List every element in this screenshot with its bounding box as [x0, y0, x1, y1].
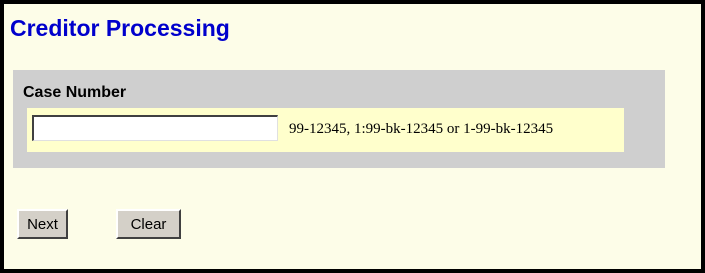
case-number-label: Case Number — [23, 84, 127, 101]
page-title: Creditor Processing — [10, 15, 230, 41]
case-number-panel: Case Number 99-12345, 1:99-bk-12345 or 1… — [13, 70, 665, 168]
case-number-input-band: 99-12345, 1:99-bk-12345 or 1-99-bk-12345 — [27, 108, 624, 152]
clear-button[interactable]: Clear — [116, 209, 181, 239]
case-number-format-hint: 99-12345, 1:99-bk-12345 or 1-99-bk-12345 — [289, 121, 554, 137]
next-button[interactable]: Next — [17, 209, 68, 239]
case-number-input[interactable] — [32, 115, 278, 141]
page-frame: Creditor Processing Case Number 99-12345… — [0, 0, 705, 273]
